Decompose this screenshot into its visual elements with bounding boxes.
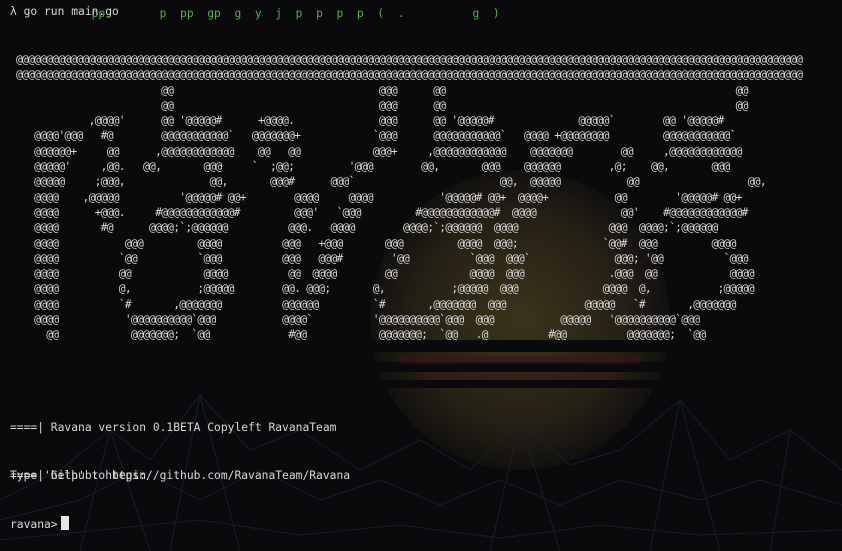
banner-row: @@@@ @, ;@@@@@ @@. @@@; @, ;@@@@@ @@@ @@… [16, 282, 754, 296]
help-block: Type 'help' to begin ravana> [10, 436, 146, 551]
ascii-art-banner: @@@@@@@@@@@@@@@@@@@@@@@@@@@@@@@@@@@@@@@@… [16, 52, 803, 343]
version-line: ====| Ravana version 0.1BETA Copyleft Ra… [10, 421, 337, 434]
command-line: λ go run main.go [10, 5, 119, 18]
banner-row: @@@@@@@@@@@@@@@@@@@@@@@@@@@@@@@@@@@@@@@@… [16, 53, 803, 66]
banner-row: @@@@ #@ @@@@;`;@@@@@@ @@@. @@@@ @@@@;`;@… [16, 221, 718, 235]
banner-row: @@@@ `# ,@@@@@@@ @@@@@@ `# ,@@@@@@@ @@@ … [16, 297, 736, 311]
banner-row: @@@@'@@@ #@ @@@@@@@@@@@` @@@@@@@+ `@@@ @… [16, 129, 736, 143]
prompt-label: ravana> [10, 518, 58, 531]
input-prompt-line[interactable]: ravana> [10, 516, 146, 532]
banner-row: @@@@ `@@ `@@@ @@@ @@@# '@@ `@@@ @@@` @@@… [16, 251, 748, 265]
banner-row: @@@@@@@@@@@@@@@@@@@@@@@@@@@@@@@@@@@@@@@@… [16, 68, 803, 82]
banner-row: @@ @@@@@@@; `@@ #@@ @@@@@@@; `@@ .@ #@@ … [16, 328, 706, 342]
banner-row: @@@@ '@@@@@@@@@@`@@@ @@@@` '@@@@@@@@@@`@… [16, 313, 700, 327]
text-cursor[interactable] [60, 516, 69, 530]
banner-row: @@ @@@ @@ @@ [16, 98, 748, 112]
banner-row: ,@@@@' @@ '@@@@@# +@@@@. @@@ @@ '@@@@@# … [16, 114, 725, 128]
terminal-window[interactable]: pp p pp gp g y j p p p p ( . g ) λ go ru… [0, 0, 842, 551]
banner-row: @@@@@@+ @@ ,@@@@@@@@@@@@ @@ @@ @@@+ ,@@@… [16, 144, 742, 158]
banner-row: @@@@ @@ @@@@ @@ @@@@ @@ @@@@ @@@ .@@@ @@… [16, 267, 754, 281]
banner-row: @@@@@ ;@@@, @@, @@@# @@@` @@, @@@@@ @@ @… [16, 175, 766, 189]
help-hint: Type 'help' to begin [10, 469, 147, 482]
banner-row: @@ @@@ @@ @@ [16, 83, 748, 97]
banner-row: @@@@@' ,@@. @@, @@@ ` ;@@; '@@@ @@, @@@ … [16, 160, 730, 174]
banner-row: @@@@ +@@@. #@@@@@@@@@@@@# @@@' `@@@ #@@@… [16, 205, 748, 219]
banner-row: @@@@ ,@@@@@ '@@@@@# @@+ @@@@ @@@@ '@@@@@… [16, 190, 742, 204]
banner-row: @@@@ @@@ @@@@ @@@ +@@@ @@@ @@@@ @@@; `@@… [16, 236, 736, 250]
